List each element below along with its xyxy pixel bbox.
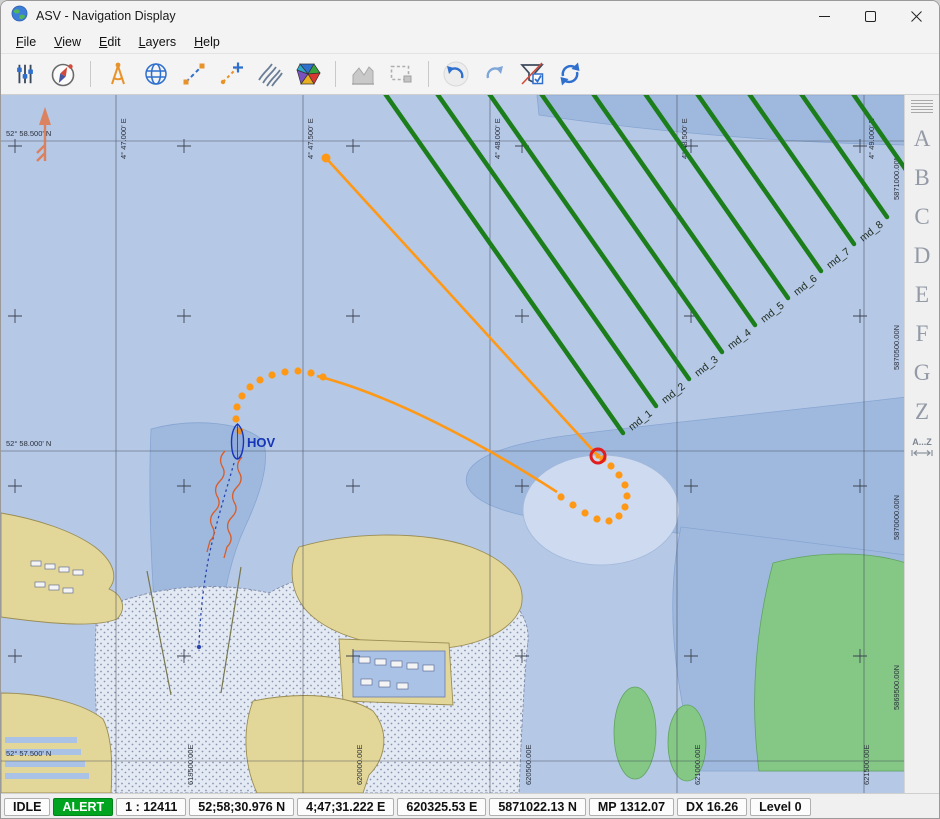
waypoint-marker (322, 154, 331, 163)
toolbar (1, 53, 939, 95)
title-bar[interactable]: ASV - Navigation Display (1, 1, 939, 31)
layer-button-g[interactable]: G (905, 353, 939, 392)
status-level: Level 0 (750, 798, 810, 816)
status-mode: IDLE (4, 798, 50, 816)
status-latitude: 52;58;30.976 N (189, 798, 294, 816)
layer-button-b[interactable]: B (905, 158, 939, 197)
lat-label: 52° 58.500' N (6, 129, 51, 138)
menu-item-layers[interactable]: Layers (130, 33, 186, 51)
layer-button-d[interactable]: D (905, 236, 939, 275)
filter-settings-icon[interactable] (516, 58, 548, 90)
utm-northing-label: 5870000.00N (892, 495, 901, 540)
menu-item-help[interactable]: Help (185, 33, 229, 51)
menu-item-edit[interactable]: Edit (90, 33, 130, 51)
utm-easting-label: 620000.00E (355, 745, 364, 785)
range-arrow-icon (911, 449, 933, 457)
menu-item-view[interactable]: View (45, 33, 90, 51)
utm-easting-label: 619500.00E (186, 745, 195, 785)
utm-northing-label: 5870500.00N (892, 325, 901, 370)
route-line-icon[interactable] (178, 58, 210, 90)
window-title: ASV - Navigation Display (36, 9, 176, 23)
maximize-button[interactable] (847, 1, 893, 31)
a-to-z-range-button[interactable]: A...Z (911, 437, 933, 457)
minimize-button[interactable] (801, 1, 847, 31)
view-forward-icon[interactable] (478, 58, 510, 90)
profile-chart-icon (347, 58, 379, 90)
status-mp: MP 1312.07 (589, 798, 674, 816)
layer-button-f[interactable]: F (905, 314, 939, 353)
a-to-z-label: A...Z (912, 437, 932, 447)
toolbar-separator (90, 61, 91, 87)
layers-polygon-icon[interactable] (292, 58, 324, 90)
add-waypoint-icon[interactable] (216, 58, 248, 90)
layer-button-z[interactable]: Z (905, 392, 939, 431)
status-northing: 5871022.13 N (489, 798, 586, 816)
layer-button-e[interactable]: E (905, 275, 939, 314)
compass-icon[interactable] (47, 58, 79, 90)
app-icon (11, 5, 28, 27)
contour-lines-icon[interactable] (254, 58, 286, 90)
menu-item-file[interactable]: File (7, 33, 45, 51)
app-window: ASV - Navigation Display File View Edit … (0, 0, 940, 819)
view-back-icon[interactable] (440, 58, 472, 90)
layer-button-a[interactable]: A (905, 119, 939, 158)
status-scale: 1 : 12411 (116, 798, 186, 816)
display-settings-icon[interactable] (9, 58, 41, 90)
layer-button-c[interactable]: C (905, 197, 939, 236)
status-bar: IDLE ALERT 1 : 12411 52;58;30.976 N 4;47… (1, 793, 939, 819)
menu-bar: File View Edit Layers Help (1, 31, 939, 53)
layer-sidebar: A B C D E F G Z A...Z (904, 95, 939, 793)
toolbar-separator (335, 61, 336, 87)
measure-divider-icon[interactable] (102, 58, 134, 90)
lon-label: 4° 48.000' E (493, 118, 502, 159)
vessel-label: HOV (247, 435, 276, 450)
close-button[interactable] (893, 1, 939, 31)
status-dx: DX 16.26 (677, 798, 747, 816)
sidebar-grip[interactable] (911, 100, 933, 115)
globe-icon[interactable] (140, 58, 172, 90)
utm-northing-label: 5869500.00N (892, 665, 901, 710)
status-easting: 620325.53 E (397, 798, 486, 816)
toolbar-separator (428, 61, 429, 87)
status-alert[interactable]: ALERT (53, 798, 113, 816)
utm-easting-label: 621500.00E (862, 745, 871, 785)
lat-label: 52° 57.500' N (6, 749, 51, 758)
chart-map[interactable]: 52° 58.500' N 52° 58.000' N 52° 57.500' … (1, 95, 904, 793)
lat-label: 52° 58.000' N (6, 439, 51, 448)
utm-easting-label: 621000.00E (693, 745, 702, 785)
lon-label: 4° 47.000' E (119, 118, 128, 159)
shallow-bank (523, 455, 679, 565)
lon-label: 4° 47.500' E (306, 118, 315, 159)
status-longitude: 4;47;31.222 E (297, 798, 394, 816)
refresh-icon[interactable] (554, 58, 586, 90)
select-area-icon (385, 58, 417, 90)
utm-easting-label: 620500.00E (524, 745, 533, 785)
